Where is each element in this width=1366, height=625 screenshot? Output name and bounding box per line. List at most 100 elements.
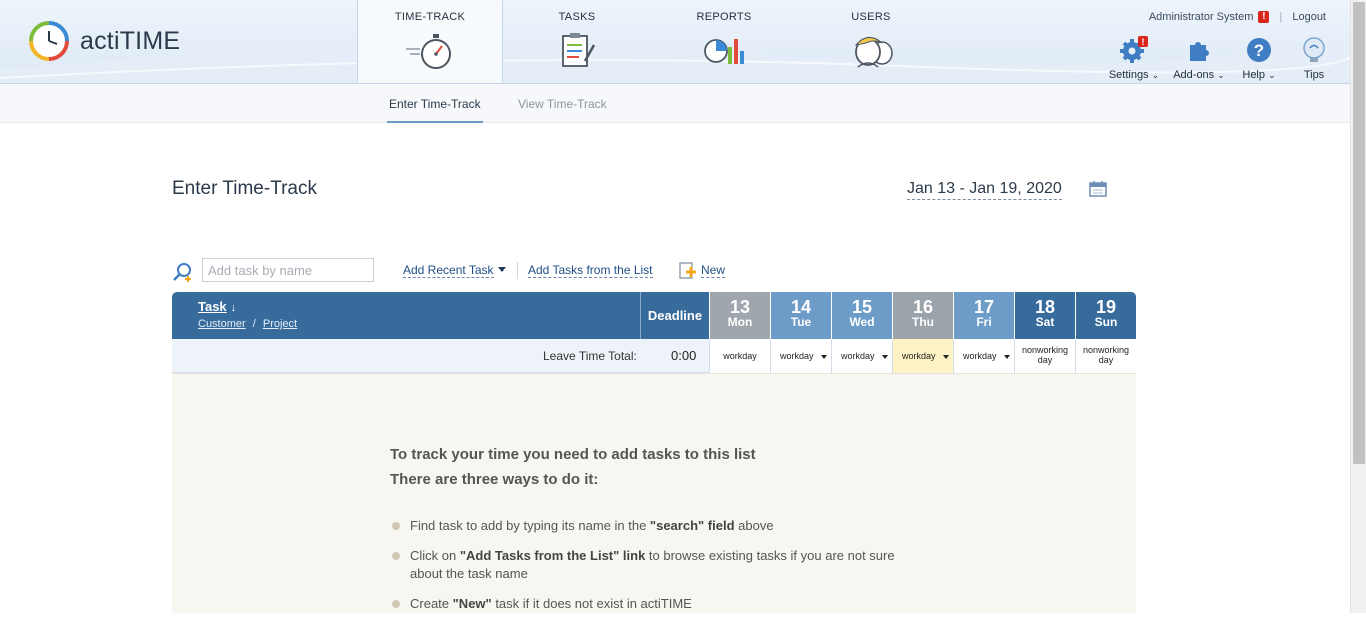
leave-time-row: Leave Time Total: 0:00 workday workday w… xyxy=(172,339,1136,373)
logout-link[interactable]: Logout xyxy=(1292,11,1326,23)
tips-label: Tips xyxy=(1303,69,1325,81)
task-clipboard-icon xyxy=(562,33,596,67)
empty-state-subheading: There are three ways to do it: xyxy=(390,471,599,488)
list-item-text: above xyxy=(734,518,774,533)
day-name: Sun xyxy=(1094,315,1118,329)
subtab-enter-time-track[interactable]: Enter Time-Track xyxy=(387,97,483,123)
alert-badge[interactable]: ! xyxy=(1258,11,1270,23)
calendar-icon[interactable] xyxy=(1089,180,1107,197)
app-logo[interactable]: actiTIME xyxy=(28,20,180,62)
customer-sort-link[interactable]: Customer xyxy=(198,318,246,330)
add-tasks-from-list-link[interactable]: Add Tasks from the List xyxy=(528,263,653,278)
day-status-sat: nonworking day xyxy=(1014,339,1075,373)
day-status-mon: workday xyxy=(709,339,770,373)
day-status-thu[interactable]: workday xyxy=(892,339,953,373)
users-avatar-icon xyxy=(854,37,893,68)
day-name: Tue xyxy=(790,315,812,329)
gear-icon: ! xyxy=(1120,36,1148,63)
chevron-down-icon: ⌄ xyxy=(1268,70,1276,80)
caret-down-icon xyxy=(821,355,827,359)
day-status-fri[interactable]: workday xyxy=(953,339,1014,373)
new-task-icon[interactable] xyxy=(679,262,697,279)
header-separator: | xyxy=(1279,11,1283,23)
day-header-sat: 18 Sat xyxy=(1014,292,1075,339)
add-recent-task-link[interactable]: Add Recent Task xyxy=(403,263,494,278)
caret-down-icon xyxy=(943,355,949,359)
clock-logo-icon xyxy=(29,21,69,61)
svg-text:?: ? xyxy=(1254,41,1264,60)
settings-button[interactable]: ! Settings ⌄ xyxy=(1104,36,1164,81)
chevron-down-icon: ⌄ xyxy=(1151,70,1160,80)
task-search-input[interactable] xyxy=(202,258,374,282)
list-item-text: task if it does not exist in actiTIME xyxy=(491,596,692,611)
user-name-label: Administrator System xyxy=(1148,11,1254,23)
list-item-emphasis: "search" field xyxy=(649,518,735,533)
list-item-emphasis: "Add Tasks from the List" link xyxy=(459,548,646,563)
tab-tasks[interactable]: TASKS xyxy=(504,0,650,83)
day-header-wed: 15 Wed xyxy=(831,292,892,339)
status-line: day xyxy=(1098,355,1114,365)
tab-users-label: USERS xyxy=(851,11,891,23)
actions-divider xyxy=(517,262,518,279)
app-name: actiTIME xyxy=(80,26,181,55)
deadline-column-header: Deadline xyxy=(640,292,709,339)
day-name: Thu xyxy=(912,315,934,329)
new-task-link[interactable]: New xyxy=(701,263,726,278)
caret-down-icon xyxy=(882,355,888,359)
vertical-scrollbar[interactable] xyxy=(1350,0,1366,613)
date-range-selector[interactable]: Jan 13 - Jan 19, 2020 xyxy=(907,180,1062,200)
day-header-fri: 17 Fri xyxy=(953,292,1014,339)
caret-down-icon xyxy=(1004,355,1010,359)
list-item-text: Create xyxy=(410,596,453,611)
addons-button[interactable]: Add-ons ⌄ xyxy=(1169,36,1229,81)
help-button[interactable]: ? Help ⌄ xyxy=(1229,36,1289,81)
tips-button[interactable]: Tips xyxy=(1284,36,1344,81)
tab-users[interactable]: USERS xyxy=(798,0,944,83)
day-status-tue[interactable]: workday xyxy=(770,339,831,373)
day-header-sun: 19 Sun xyxy=(1075,292,1136,339)
help-icon: ? xyxy=(1247,38,1271,62)
status-line: day xyxy=(1037,355,1053,365)
list-item: Click on "Add Tasks from the List" link … xyxy=(390,547,930,583)
day-header-thu: 16 Thu xyxy=(892,292,953,339)
day-status-label: workday xyxy=(723,351,757,361)
settings-badge: ! xyxy=(1142,37,1145,47)
day-status-wed[interactable]: workday xyxy=(831,339,892,373)
scrollbar-thumb[interactable] xyxy=(1353,2,1365,464)
caret-down-icon[interactable] xyxy=(498,267,506,272)
tab-tasks-label: TASKS xyxy=(558,11,596,23)
tab-time-track[interactable]: TIME-TRACK xyxy=(357,0,503,83)
day-status-label: nonworking day xyxy=(1015,345,1075,365)
user-name[interactable]: Administrator System ! xyxy=(1149,11,1270,23)
path-separator: / xyxy=(252,318,256,330)
empty-state-list: Find task to add by typing its name in t… xyxy=(390,517,930,625)
task-header-label: Task xyxy=(198,299,227,314)
day-number: 17 xyxy=(973,297,995,317)
subtab-view-time-track[interactable]: View Time-Track xyxy=(518,97,607,111)
list-item: Create "New" task if it does not exist i… xyxy=(390,595,930,613)
chevron-down-icon: ⌄ xyxy=(1217,70,1225,80)
page-title: Enter Time-Track xyxy=(172,178,317,199)
day-number: 19 xyxy=(1095,297,1117,317)
day-number: 16 xyxy=(912,297,934,317)
empty-state-panel: To track your time you need to add tasks… xyxy=(172,373,1136,613)
top-header: actiTIME TIME-TRACK TASKS REPORTS USERS … xyxy=(0,0,1350,84)
tab-reports[interactable]: REPORTS xyxy=(651,0,797,83)
puzzle-icon xyxy=(1190,42,1209,61)
list-item-text: Find task to add by typing its name in t… xyxy=(410,518,650,533)
sort-arrow-icon: ↓ xyxy=(230,302,237,314)
tab-reports-label: REPORTS xyxy=(696,11,752,23)
user-area: Administrator System ! | Logout xyxy=(1149,11,1326,23)
leave-time-label: Leave Time Total: xyxy=(543,349,637,363)
reports-chart-icon xyxy=(704,39,744,64)
day-name: Fri xyxy=(976,315,992,329)
day-status-label: nonworking day xyxy=(1076,345,1136,365)
day-name: Sat xyxy=(1035,315,1055,329)
task-column-header[interactable]: Task ↓ xyxy=(198,299,236,314)
project-sort-link[interactable]: Project xyxy=(263,318,297,330)
stopwatch-icon xyxy=(406,34,451,69)
search-add-icon xyxy=(173,263,191,282)
day-status-sun: nonworking day xyxy=(1075,339,1136,373)
lightbulb-icon xyxy=(1303,37,1325,62)
grid-header: Task ↓ Customer / Project Deadline 13 Mon… xyxy=(172,292,1136,339)
